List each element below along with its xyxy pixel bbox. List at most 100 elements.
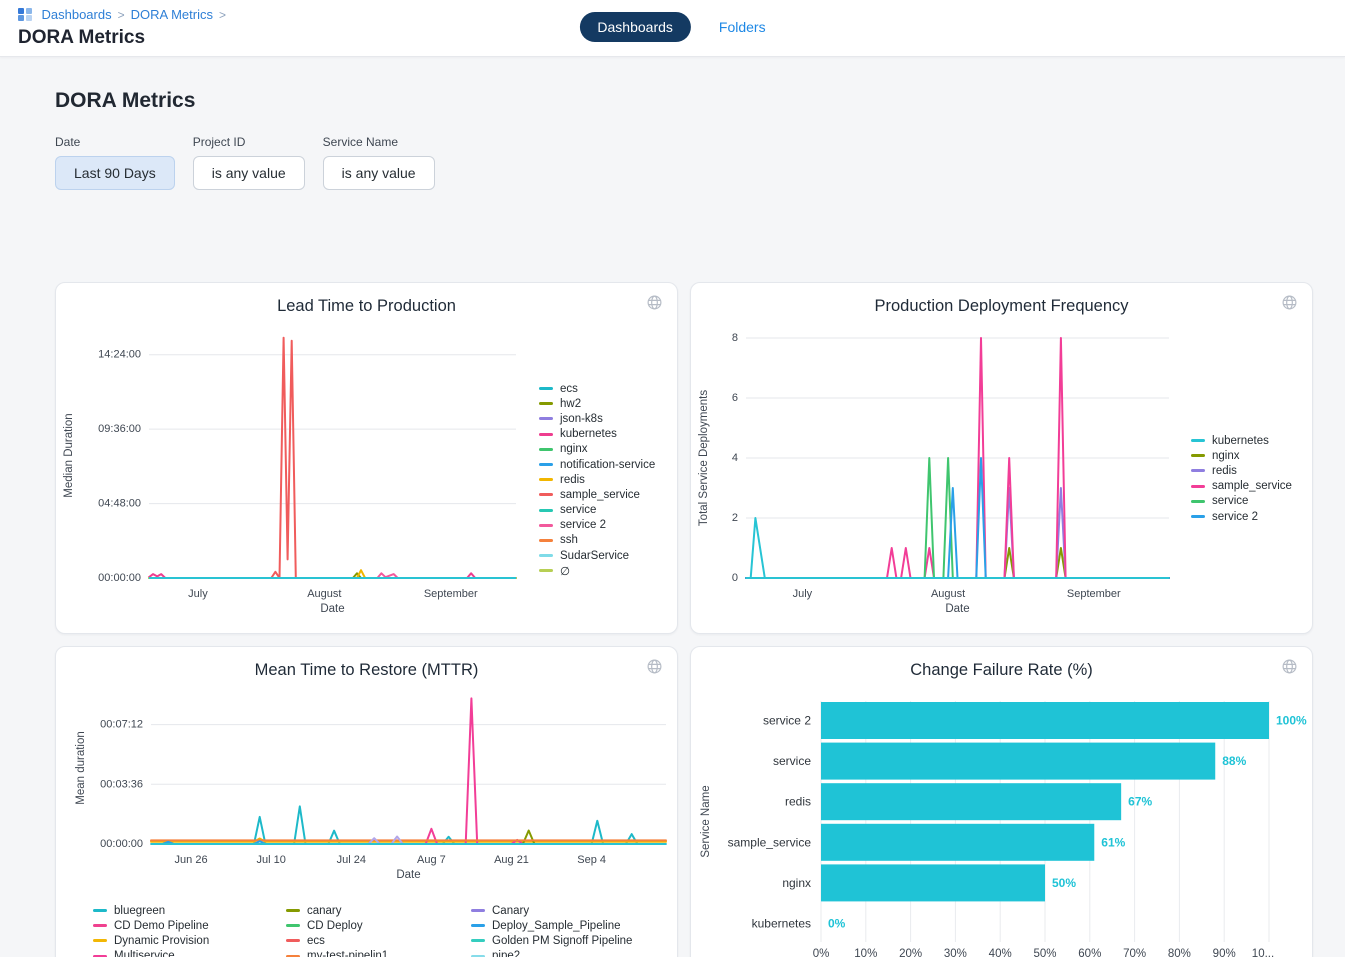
legend-swatch (1191, 454, 1205, 457)
bar-service[interactable] (821, 743, 1215, 780)
legend-swatch (539, 554, 553, 557)
panel-lead-time-to-production: Lead Time to Production 00:00:0004:48:00… (55, 282, 678, 634)
bar-nginx[interactable] (821, 864, 1045, 901)
svg-text:July: July (188, 588, 208, 600)
svg-text:6: 6 (732, 392, 738, 404)
svg-text:Total Service Deployments: Total Service Deployments (698, 390, 710, 526)
chart-canvas: 0%10%20%30%40%50%60%70%80%90%10...servic… (691, 647, 1312, 957)
panel-change-failure-rate: Change Failure Rate (%) 0%10%20%30%40%50… (690, 646, 1313, 957)
legend-item[interactable]: Golden PM Signoff Pipeline (471, 933, 632, 948)
breadcrumb-separator: > (118, 8, 125, 22)
legend-item[interactable]: pipe2 (471, 949, 632, 957)
legend-label: sample_service (560, 489, 640, 501)
legend-swatch (471, 939, 485, 942)
legend-item[interactable]: service (539, 503, 655, 518)
svg-text:0%: 0% (813, 948, 830, 957)
globe-icon[interactable] (1281, 658, 1298, 675)
legend-item[interactable]: sample_service (539, 487, 655, 502)
svg-text:00:00:00: 00:00:00 (100, 838, 143, 850)
filter-project-id-value-button[interactable]: is any value (193, 156, 305, 190)
legend-label: SudarService (560, 550, 629, 562)
filter-date-value-button[interactable]: Last 90 Days (55, 156, 175, 190)
filter-project-id-label: Project ID (193, 135, 305, 149)
legend-item[interactable]: nginx (1191, 448, 1292, 463)
legend-swatch (471, 924, 485, 927)
legend-item[interactable]: notification-service (539, 457, 655, 472)
deployment-frequency-chart: 02468JulyAugustSeptemberDateTotal Servic… (691, 283, 1312, 633)
legend-swatch (471, 909, 485, 912)
legend-item[interactable]: CD Deploy (286, 918, 388, 933)
legend-item[interactable]: nginx (539, 442, 655, 457)
legend-item[interactable]: redis (1191, 463, 1292, 478)
svg-text:100%: 100% (1276, 714, 1307, 728)
svg-text:60%: 60% (1078, 948, 1101, 957)
svg-text:Date: Date (945, 603, 969, 615)
bar-sample_service[interactable] (821, 824, 1094, 861)
tile-grid: Lead Time to Production 00:00:0004:48:00… (55, 282, 1313, 957)
legend-swatch (286, 939, 300, 942)
legend-item[interactable]: Canary (471, 903, 632, 918)
filter-service-name: Service Name is any value (323, 135, 435, 190)
svg-text:service: service (773, 754, 811, 768)
legend-item[interactable]: ecs (286, 933, 388, 948)
breadcrumb-dora-metrics[interactable]: DORA Metrics (131, 7, 213, 22)
chart-title: Production Deployment Frequency (691, 297, 1312, 316)
legend-item[interactable]: service (1191, 494, 1292, 509)
svg-text:Median Duration: Median Duration (63, 413, 75, 497)
globe-icon[interactable] (646, 658, 663, 675)
svg-text:67%: 67% (1128, 795, 1152, 809)
legend-label: ∅ (560, 564, 570, 578)
legend-item[interactable]: Multiservice (93, 949, 227, 957)
legend-item[interactable]: canary (286, 903, 388, 918)
filter-service-name-value-button[interactable]: is any value (323, 156, 435, 190)
legend-item[interactable]: service 2 (539, 518, 655, 533)
legend-item[interactable]: service 2 (1191, 509, 1292, 524)
svg-text:04:48:00: 04:48:00 (98, 498, 141, 510)
filter-bar: Date Last 90 Days Project ID is any valu… (55, 135, 435, 190)
filter-date: Date Last 90 Days (55, 135, 175, 190)
legend-item[interactable]: redis (539, 472, 655, 487)
legend-item[interactable]: Deploy_Sample_Pipeline (471, 918, 632, 933)
legend-item[interactable]: kubernetes (539, 427, 655, 442)
bar-redis[interactable] (821, 783, 1121, 820)
bar-service 2[interactable] (821, 702, 1269, 739)
globe-icon[interactable] (1281, 294, 1298, 311)
legend-label: sample_service (1212, 480, 1292, 492)
breadcrumb-dashboards[interactable]: Dashboards (42, 7, 112, 22)
mttr-chart: 00:00:0000:03:3600:07:12Jun 26Jul 10Jul … (56, 647, 677, 957)
legend-item[interactable]: my-test-pipelin1 (286, 949, 388, 957)
legend-label: Deploy_Sample_Pipeline (492, 920, 621, 932)
legend-label: redis (560, 474, 585, 486)
legend-item[interactable]: kubernetes (1191, 433, 1292, 448)
legend-item[interactable]: CD Demo Pipeline (93, 918, 227, 933)
legend-item[interactable]: bluegreen (93, 903, 227, 918)
legend-swatch (539, 493, 553, 496)
chart-legend-column: Canary Deploy_Sample_PipelineGolden PM Si… (471, 903, 632, 957)
legend-item[interactable]: SudarService (539, 548, 655, 563)
legend-label: Canary (492, 905, 529, 917)
legend-swatch (286, 924, 300, 927)
legend-swatch (539, 539, 553, 542)
legend-item[interactable]: hw2 (539, 396, 655, 411)
legend-item[interactable]: ∅ (539, 563, 655, 578)
tab-dashboards[interactable]: Dashboards (579, 12, 691, 42)
svg-text:40%: 40% (989, 948, 1012, 957)
lead-time-chart: 00:00:0004:48:0009:36:0014:24:00JulyAugu… (56, 283, 677, 633)
legend-item[interactable]: ecs (539, 381, 655, 396)
chart-title: Mean Time to Restore (MTTR) (56, 661, 677, 680)
svg-text:10...: 10... (1252, 948, 1274, 957)
legend-swatch (286, 909, 300, 912)
chart-title: Change Failure Rate (%) (691, 661, 1312, 680)
legend-item[interactable]: ssh (539, 533, 655, 548)
legend-item[interactable]: Dynamic Provision (93, 933, 227, 948)
tab-folders[interactable]: Folders (719, 19, 766, 35)
window-page-title: DORA Metrics (18, 27, 145, 49)
legend-item[interactable]: json-k8s (539, 411, 655, 426)
svg-text:Service Name: Service Name (700, 785, 712, 857)
svg-text:Aug 7: Aug 7 (417, 854, 446, 866)
legend-swatch (539, 463, 553, 466)
legend-swatch (539, 417, 553, 420)
globe-icon[interactable] (646, 294, 663, 311)
legend-swatch (93, 924, 107, 927)
legend-item[interactable]: sample_service (1191, 479, 1292, 494)
